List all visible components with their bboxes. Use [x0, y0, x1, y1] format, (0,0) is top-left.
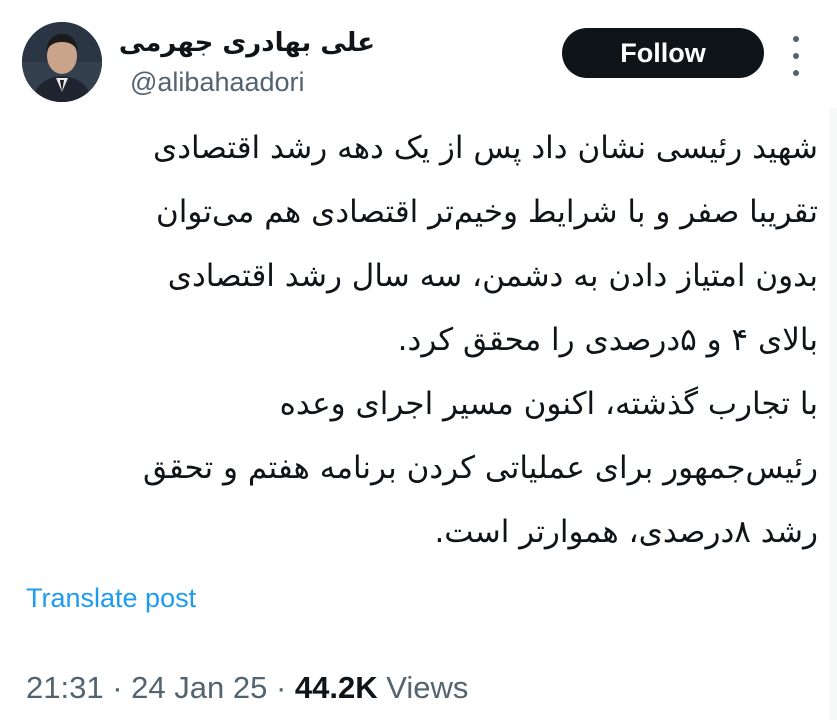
- tweet-text: شهید رئیسی نشان داد پس از یک دهه رشد اقت…: [18, 116, 818, 564]
- tweet-line: رئیس‌جمهور برای عملیاتی کردن برنامه هفتم…: [143, 450, 818, 486]
- tweet-line: با تجارب گذشته، اکنون مسیر اجرای وعده: [279, 386, 818, 422]
- more-dot: [793, 36, 799, 42]
- tweet-meta: 21:31 · 24 Jan 25 · 44.2K Views: [26, 668, 468, 708]
- tweet-line: بدون امتیاز دادن به دشمن، سه سال رشد اقت…: [167, 258, 818, 294]
- meta-separator: ·: [112, 670, 123, 705]
- views-count: 44.2K: [294, 670, 378, 705]
- tweet-line: تقریبا صفر و با شرایط وخیم‌تر اقتصادی هم…: [155, 194, 818, 230]
- more-dot: [793, 70, 799, 76]
- tweet-time[interactable]: 21:31: [26, 670, 104, 705]
- tweet-line: شهید رئیسی نشان داد پس از یک دهه رشد اقت…: [152, 130, 818, 166]
- tweet-line: رشد ۸درصدی، هموارتر است.: [434, 514, 818, 550]
- follow-button[interactable]: Follow: [562, 28, 764, 78]
- views-label: Views: [386, 670, 469, 705]
- avatar[interactable]: [22, 22, 102, 102]
- tweet-line: بالای ۴ و ۵درصدی را محقق کرد.: [397, 322, 818, 358]
- author-display-name[interactable]: علی بهادری جهرمی: [119, 26, 375, 60]
- more-dot: [793, 53, 799, 59]
- scrollbar-track[interactable]: [829, 108, 837, 720]
- avatar-photo: [22, 22, 102, 102]
- more-vertical-icon[interactable]: [790, 36, 802, 76]
- tweet-date[interactable]: 24 Jan 25: [131, 670, 267, 705]
- translate-post-link[interactable]: Translate post: [26, 580, 196, 616]
- author-handle[interactable]: @alibahaadori: [130, 64, 305, 100]
- meta-separator: ·: [275, 670, 287, 705]
